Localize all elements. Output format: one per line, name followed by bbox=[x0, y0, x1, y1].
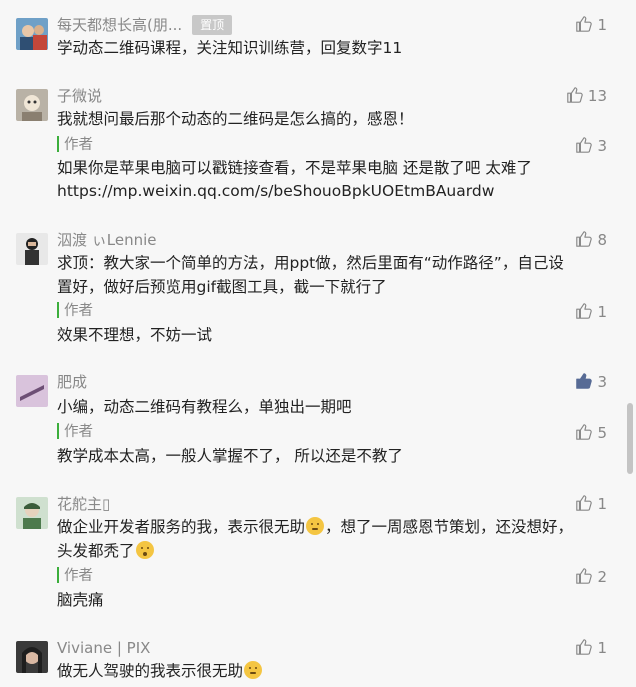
embarrassed-emoji-icon bbox=[306, 517, 325, 535]
reply-like-button[interactable]: 3 bbox=[575, 135, 607, 157]
avatar[interactable] bbox=[16, 497, 48, 529]
embarrassed-emoji-icon bbox=[244, 661, 263, 679]
thumbs-up-icon bbox=[576, 231, 593, 247]
author-label-text: 作者 bbox=[64, 568, 93, 584]
commenter-name[interactable]: 花舵主▯ bbox=[57, 493, 110, 515]
thumbs-up-icon bbox=[576, 495, 593, 511]
comment-text: 求顶：教大家一个简单的方法，用ppt做，然后里面有“动作路径”，自己设 置好，做… bbox=[57, 251, 597, 299]
avatar[interactable] bbox=[16, 233, 48, 265]
avatar[interactable] bbox=[16, 89, 48, 121]
like-button[interactable]: 1 bbox=[575, 14, 607, 36]
reply-link[interactable]: https://mp.weixin.qq.com/s/beShouoBpkUOE… bbox=[57, 180, 597, 203]
comment-line: 头发都秃了 bbox=[57, 539, 597, 563]
author-reply-text: 效果不理想，不妨一试 bbox=[57, 326, 213, 344]
author-reply-text: 脑壳痛 bbox=[57, 591, 104, 609]
like-count: 1 bbox=[597, 303, 607, 321]
like-button[interactable]: 1 bbox=[575, 493, 607, 515]
avatar[interactable] bbox=[16, 18, 48, 50]
thumbs-up-icon bbox=[576, 639, 593, 655]
author-label-text: 作者 bbox=[64, 137, 93, 153]
thumbs-up-icon bbox=[576, 568, 593, 584]
reply-like-button[interactable]: 2 bbox=[575, 566, 607, 588]
like-count: 5 bbox=[597, 424, 607, 442]
comment-segment: 做企业开发者服务的我，表示很无助 bbox=[57, 518, 306, 536]
like-count: 2 bbox=[597, 568, 607, 586]
commenter-name[interactable]: 肥成 bbox=[57, 371, 87, 393]
reply-line: 如果你是苹果电脑可以戳链接查看，不是苹果电脑 还是散了吧 太难了 bbox=[57, 159, 532, 177]
reply-like-button[interactable]: 1 bbox=[575, 301, 607, 323]
like-count: 1 bbox=[597, 495, 607, 513]
author-indicator bbox=[57, 423, 59, 439]
comment-segment: 做无人驾驶的我表示很无助 bbox=[57, 662, 244, 680]
comment-text: 小编，动态二维码有教程么，单独出一期吧 bbox=[57, 398, 352, 416]
author-indicator bbox=[57, 567, 59, 583]
comment-text: 做企业开发者服务的我，表示很无助 ，想了一周感恩节策划，还没想好， 头发都秃了 bbox=[57, 515, 597, 563]
comment-segment: 头发都秃了 bbox=[57, 542, 135, 560]
avatar[interactable] bbox=[16, 641, 48, 673]
author-reply-label: 作者 bbox=[57, 422, 93, 442]
like-count: 3 bbox=[597, 137, 607, 155]
like-count: 1 bbox=[597, 639, 607, 657]
author-indicator bbox=[57, 136, 59, 152]
like-button[interactable]: 3 bbox=[575, 371, 607, 393]
comment-segment: ，想了一周感恩节策划，还没想好， bbox=[325, 518, 574, 536]
author-label-text: 作者 bbox=[64, 424, 93, 440]
commenter-name-text: 每天都想长高(朋... bbox=[57, 16, 183, 34]
commenter-name[interactable]: 每天都想长高(朋... 置顶 bbox=[57, 14, 233, 36]
like-button[interactable]: 1 bbox=[575, 637, 607, 659]
pinned-badge: 置顶 bbox=[192, 15, 233, 35]
thumbs-up-icon bbox=[567, 87, 583, 103]
author-reply-text: 教学成本太高，一般人掌握不了， 所以还是不教了 bbox=[57, 447, 403, 465]
like-button[interactable]: 8 bbox=[575, 229, 607, 251]
author-reply-label: 作者 bbox=[57, 566, 93, 586]
author-reply-text: 如果你是苹果电脑可以戳链接查看，不是苹果电脑 还是散了吧 太难了 https:/… bbox=[57, 157, 597, 203]
comment-line: 做企业开发者服务的我，表示很无助 ，想了一周感恩节策划，还没想好， bbox=[57, 515, 597, 539]
comment-text: 学动态二维码课程，关注知识训练营，回复数字11 bbox=[57, 39, 403, 57]
commenter-name[interactable]: 泅渡 ぃLennie bbox=[57, 229, 157, 251]
author-indicator bbox=[57, 302, 59, 318]
commenter-name[interactable]: Viviane | PIX bbox=[57, 637, 150, 659]
shocked-emoji-icon bbox=[135, 541, 154, 559]
thumbs-up-icon bbox=[576, 16, 593, 32]
commenter-name[interactable]: 子微说 bbox=[57, 85, 102, 107]
comment-text: 我就想问最后那个动态的二维码是怎么搞的，感恩！ bbox=[57, 110, 414, 128]
avatar[interactable] bbox=[16, 375, 48, 407]
thumbs-up-icon bbox=[576, 303, 593, 319]
comment-line: 求顶：教大家一个简单的方法，用ppt做，然后里面有“动作路径”，自己设 bbox=[57, 254, 564, 272]
scrollbar-thumb[interactable] bbox=[627, 403, 633, 474]
like-button[interactable]: 13 bbox=[566, 85, 607, 107]
like-count: 1 bbox=[597, 16, 607, 34]
comment-line: 置好，做好后预览用gif截图工具，截一下就行了 bbox=[57, 278, 387, 296]
thumbs-up-icon bbox=[576, 424, 593, 440]
like-count: 13 bbox=[587, 87, 607, 105]
thumbs-up-icon bbox=[576, 137, 593, 153]
thumbs-up-filled-icon bbox=[576, 373, 593, 389]
author-reply-label: 作者 bbox=[57, 301, 93, 321]
like-count: 8 bbox=[597, 231, 607, 249]
reply-like-button[interactable]: 5 bbox=[575, 422, 607, 444]
author-reply-label: 作者 bbox=[57, 135, 93, 155]
comment-text: 做无人驾驶的我表示很无助 bbox=[57, 659, 597, 683]
author-label-text: 作者 bbox=[64, 303, 93, 319]
like-count: 3 bbox=[597, 373, 607, 391]
